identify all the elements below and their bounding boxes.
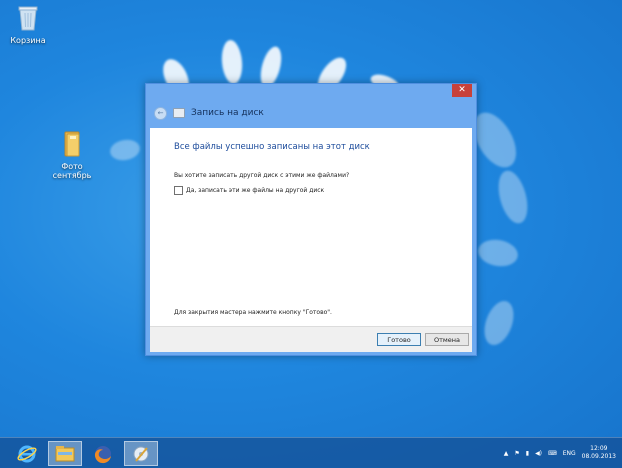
taskbar-internet-explorer[interactable] bbox=[10, 441, 44, 466]
action-center-flag-icon[interactable]: ⚑ bbox=[514, 450, 519, 457]
done-button[interactable]: Готово bbox=[377, 333, 421, 346]
language-indicator[interactable]: ENG bbox=[563, 450, 576, 457]
checkbox-label[interactable]: Да, записать эти же файлы на другой диск bbox=[186, 187, 324, 194]
clock[interactable]: 12:09 08.09.2013 bbox=[582, 445, 616, 461]
taskbar: ▲ ⚑ ▮ ◀) ⌨ ENG 12:09 08.09.2013 bbox=[0, 437, 622, 468]
dialog-header: ← Запись на диск bbox=[146, 98, 476, 128]
back-arrow-icon[interactable]: ← bbox=[154, 106, 167, 120]
taskbar-file-explorer[interactable] bbox=[48, 441, 82, 466]
close-button[interactable]: ✕ bbox=[452, 84, 472, 97]
burn-another-disc-checkbox[interactable] bbox=[174, 186, 183, 195]
firefox-icon bbox=[94, 445, 111, 463]
show-hidden-icons-icon[interactable]: ▲ bbox=[504, 450, 509, 457]
taskbar-firefox[interactable] bbox=[86, 441, 120, 466]
file-explorer-icon bbox=[55, 445, 75, 461]
dialog-footer: Готово Отмена bbox=[150, 326, 472, 352]
desktop-icon-recycle-bin[interactable]: Корзина bbox=[0, 4, 56, 45]
finish-hint: Для закрытия мастера нажмите кнопку "Гот… bbox=[174, 309, 332, 316]
question-text: Вы хотите записать другой диск с этими ж… bbox=[174, 172, 350, 179]
burn-another-disc-option[interactable]: Да, записать эти же файлы на другой диск bbox=[174, 186, 324, 195]
folder-icon bbox=[44, 130, 100, 160]
dialog-heading: Все файлы успешно записаны на этот диск bbox=[174, 142, 370, 152]
disc-burner-icon bbox=[133, 446, 149, 462]
network-signal-icon[interactable]: ▮ bbox=[526, 450, 529, 457]
system-tray: ▲ ⚑ ▮ ◀) ⌨ ENG 12:09 08.09.2013 bbox=[504, 438, 616, 468]
recycle-bin-icon bbox=[0, 4, 56, 34]
keyboard-layout-icon[interactable]: ⌨ bbox=[548, 450, 557, 457]
burn-disc-dialog: ✕ ← Запись на диск Все файлы успешно зап… bbox=[145, 83, 477, 356]
desktop-icon-photo-folder[interactable]: Фото сентябрь bbox=[44, 130, 100, 180]
internet-explorer-icon bbox=[17, 445, 37, 462]
desktop-icon-label: Корзина bbox=[10, 36, 46, 45]
desktop-icon-label: Фото сентябрь bbox=[52, 162, 92, 180]
dialog-title: Запись на диск bbox=[191, 108, 264, 118]
cancel-button[interactable]: Отмена bbox=[425, 333, 469, 346]
taskbar-disc-burner[interactable] bbox=[124, 441, 158, 466]
disc-drive-icon bbox=[173, 108, 185, 118]
volume-icon[interactable]: ◀) bbox=[535, 450, 542, 457]
clock-time: 12:09 bbox=[590, 445, 608, 452]
dialog-content: Все файлы успешно записаны на этот диск … bbox=[150, 128, 472, 326]
clock-date: 08.09.2013 bbox=[581, 453, 616, 460]
